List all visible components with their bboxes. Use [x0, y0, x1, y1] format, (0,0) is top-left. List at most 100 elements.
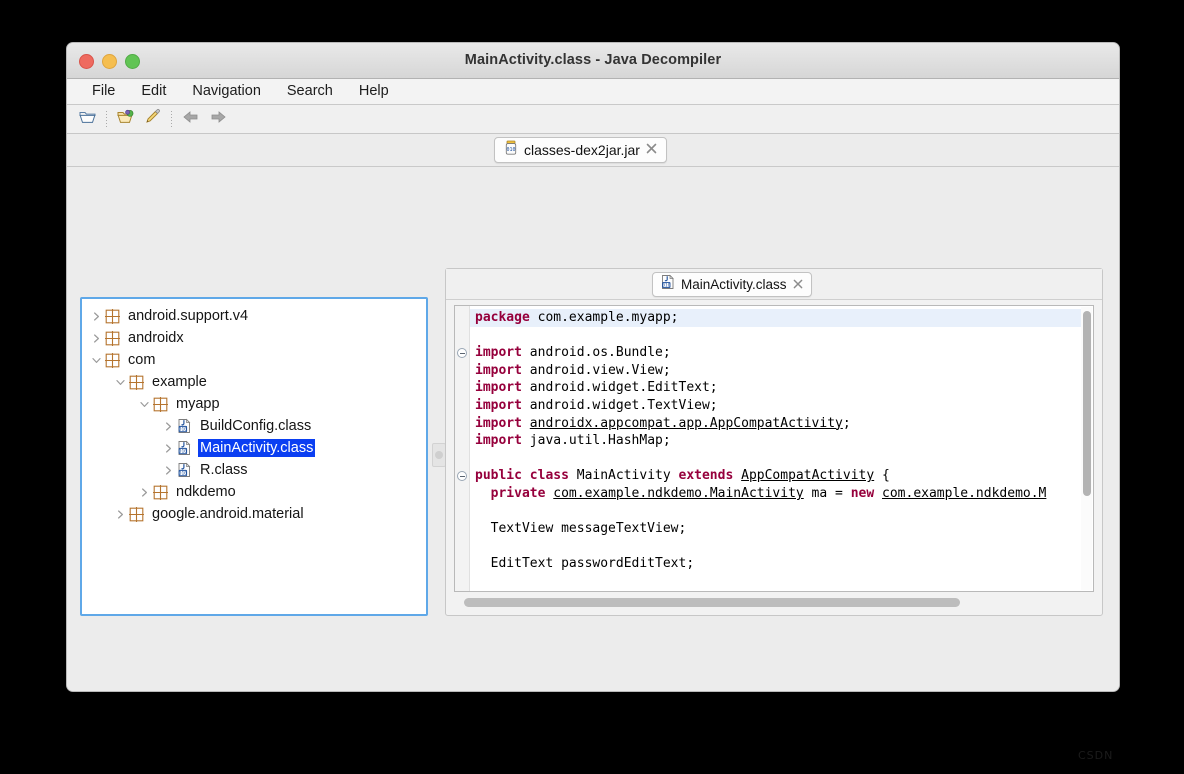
tree-row[interactable]: google.android.material: [82, 503, 426, 525]
editor-tab-label: MainActivity.class: [681, 277, 787, 292]
tree-row[interactable]: 010 MainActivity.class: [82, 437, 426, 459]
code-link[interactable]: AppCompatActivity: [741, 468, 874, 483]
tree-row[interactable]: myapp: [82, 393, 426, 415]
application-window: MainActivity.class - Java Decompiler Fil…: [66, 42, 1120, 692]
code-token: android.os.Bundle;: [521, 345, 671, 361]
code-link[interactable]: com.example.ndkdemo.MainActivity: [553, 486, 803, 501]
pane-splitter[interactable]: [431, 297, 446, 614]
toolbar-separator-2: [171, 111, 172, 127]
code-keyword: import: [475, 345, 522, 361]
code-token: {: [874, 468, 890, 484]
tree-row[interactable]: com: [82, 349, 426, 371]
open-file-button[interactable]: [75, 107, 100, 131]
jar-icon: 010: [504, 140, 518, 161]
navigate-forward-button[interactable]: [205, 107, 230, 131]
code-keyword: public class: [475, 468, 569, 484]
tree-row-label: R.class: [200, 462, 248, 478]
chevron-right-icon[interactable]: [160, 415, 176, 437]
editor-tab-mainactivity[interactable]: 010 MainActivity.class: [652, 272, 812, 297]
tree-row[interactable]: ndkdemo: [82, 481, 426, 503]
chevron-right-icon[interactable]: [88, 327, 104, 349]
tree-row[interactable]: android.support.v4: [82, 305, 426, 327]
chevron-right-icon[interactable]: [160, 437, 176, 459]
chevron-down-icon[interactable]: [112, 371, 128, 393]
chevron-right-icon[interactable]: [88, 305, 104, 327]
code-keyword: import: [475, 415, 522, 431]
class-icon: 010: [661, 274, 675, 295]
menu-edit[interactable]: Edit: [128, 79, 179, 104]
code-token: java.util.HashMap;: [521, 433, 671, 449]
tree-row-label: com: [128, 352, 156, 368]
package-tree-panel: android.support.v4 androidx com example myap…: [80, 297, 428, 616]
fold-collapse-icon[interactable]: [457, 471, 467, 482]
menu-search[interactable]: Search: [274, 79, 346, 104]
window-title: MainActivity.class - Java Decompiler: [464, 52, 722, 68]
code-link[interactable]: androidx.appcompat.app.AppCompatActivity: [530, 416, 843, 431]
code-keyword: import: [475, 433, 522, 449]
menu-navigation[interactable]: Navigation: [179, 79, 274, 104]
tree-row[interactable]: androidx: [82, 327, 426, 349]
code-horizontal-scroll-thumb[interactable]: [464, 598, 960, 607]
status-bar: [67, 691, 1119, 692]
tree-row-label: BuildConfig.class: [200, 418, 312, 434]
chevron-down-icon[interactable]: [88, 349, 104, 371]
class-tab-strip: 010 MainActivity.class: [446, 269, 1102, 300]
code-line: import android.widget.TextView;: [470, 397, 1081, 415]
tree-row[interactable]: 010 R.class: [82, 459, 426, 481]
code-text[interactable]: package com.example.myapp; import androi…: [470, 306, 1081, 591]
pen-icon: [144, 108, 162, 130]
code-keyword: import: [475, 397, 522, 413]
tree-row-label: myapp: [176, 396, 220, 412]
code-token: android.widget.TextView;: [521, 397, 718, 413]
open-folder-icon: [79, 109, 97, 130]
code-horizontal-scrollbar[interactable]: [454, 596, 1092, 609]
tree-row[interactable]: 010 BuildConfig.class: [82, 415, 426, 437]
tree-row-label: google.android.material: [152, 506, 304, 522]
open-type-button[interactable]: [113, 107, 138, 131]
code-line: import androidx.appcompat.app.AppCompatA…: [470, 415, 1081, 433]
code-vertical-scrollbar[interactable]: [1081, 307, 1092, 590]
code-view[interactable]: package com.example.myapp; import androi…: [454, 305, 1094, 592]
menu-bar: File Edit Navigation Search Help: [67, 79, 1119, 105]
code-line: import android.view.View;: [470, 362, 1081, 380]
chevron-down-icon[interactable]: [136, 393, 152, 415]
code-line: import java.util.HashMap;: [470, 432, 1081, 450]
package-icon: [152, 396, 169, 413]
tree-row-label: MainActivity.class: [198, 439, 316, 457]
package-icon: [152, 484, 169, 501]
package-tree[interactable]: android.support.v4 androidx com example myap…: [80, 297, 428, 616]
jar-tab-classes-dex2jar[interactable]: 010 classes-dex2jar.jar: [494, 137, 667, 163]
code-keyword: extends: [678, 468, 734, 484]
chevron-right-icon[interactable]: [112, 503, 128, 525]
arrow-left-icon: [182, 110, 200, 129]
tree-row-label: example: [152, 374, 207, 390]
source-editor-panel: 010 MainActivity.class package com.examp…: [445, 268, 1103, 616]
code-token: MainActivity: [568, 468, 679, 484]
close-icon[interactable]: [646, 141, 657, 159]
tree-row-label: ndkdemo: [176, 484, 236, 500]
fold-gutter[interactable]: [455, 306, 470, 591]
tree-row[interactable]: example: [82, 371, 426, 393]
chevron-right-icon[interactable]: [136, 481, 152, 503]
code-link[interactable]: com.example.ndkdemo.M: [882, 486, 1046, 501]
fold-collapse-icon[interactable]: [457, 348, 467, 359]
package-icon: [104, 352, 121, 369]
code-vertical-scroll-thumb[interactable]: [1083, 311, 1091, 496]
close-icon[interactable]: [793, 276, 803, 294]
splitter-grip[interactable]: [432, 443, 446, 467]
preferences-button[interactable]: [140, 107, 165, 131]
menu-file[interactable]: File: [79, 79, 128, 104]
code-line: EditText usernameEditText;: [470, 591, 1081, 592]
menu-help[interactable]: Help: [346, 79, 402, 104]
code-line: import android.os.Bundle;: [470, 344, 1081, 362]
chevron-right-icon[interactable]: [160, 459, 176, 481]
code-line: package com.example.myapp;: [470, 309, 1081, 327]
class-icon: 010: [176, 440, 193, 457]
svg-text:010: 010: [179, 449, 187, 455]
navigate-back-button[interactable]: [178, 107, 203, 131]
